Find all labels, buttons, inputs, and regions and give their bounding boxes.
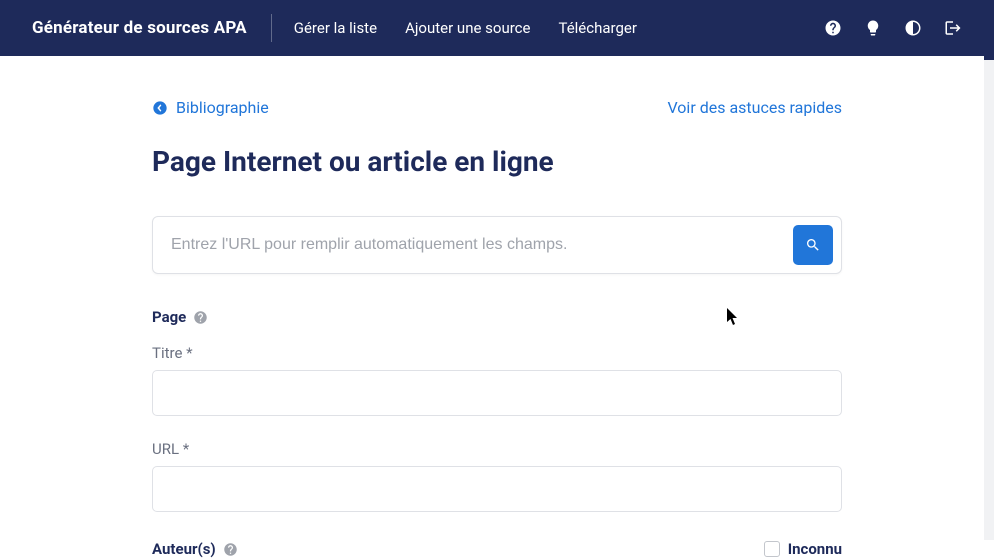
nav-download[interactable]: Télécharger bbox=[558, 19, 636, 37]
help-tooltip-icon[interactable] bbox=[193, 310, 208, 325]
page-section-header: Page bbox=[152, 308, 842, 326]
lightbulb-icon[interactable] bbox=[864, 19, 882, 37]
title-field-label: Titre * bbox=[152, 344, 842, 362]
contrast-icon[interactable] bbox=[904, 19, 922, 37]
arrow-left-circle-icon bbox=[152, 100, 168, 116]
unknown-author-checkbox[interactable] bbox=[764, 541, 780, 557]
url-autofill-input[interactable] bbox=[171, 236, 793, 254]
navbar: Générateur de sources APA Gérer la liste… bbox=[0, 0, 994, 56]
search-box bbox=[152, 216, 842, 274]
scrollbar-track[interactable] bbox=[984, 0, 994, 540]
title-input[interactable] bbox=[152, 370, 842, 416]
authors-section-header: Auteur(s) bbox=[152, 540, 238, 558]
authors-section-label: Auteur(s) bbox=[152, 540, 216, 558]
top-row: Bibliographie Voir des astuces rapides bbox=[152, 98, 842, 117]
page-section-label: Page bbox=[152, 308, 186, 326]
unknown-checkbox-label: Inconnu bbox=[788, 540, 842, 558]
nav-add-source[interactable]: Ajouter une source bbox=[405, 19, 530, 37]
navbar-divider bbox=[271, 14, 272, 42]
authors-row: Auteur(s) Inconnu bbox=[152, 540, 842, 558]
tips-link[interactable]: Voir des astuces rapides bbox=[667, 98, 842, 117]
main-content: Bibliographie Voir des astuces rapides P… bbox=[152, 56, 842, 558]
unknown-checkbox-group: Inconnu bbox=[764, 540, 842, 558]
navbar-links: Gérer la liste Ajouter une source Téléch… bbox=[294, 19, 637, 37]
url-field-label: URL * bbox=[152, 440, 842, 458]
scrollbar-thumb[interactable] bbox=[984, 0, 994, 60]
app-brand: Générateur de sources APA bbox=[32, 18, 247, 38]
navbar-icons bbox=[824, 19, 962, 37]
search-button[interactable] bbox=[793, 225, 833, 265]
back-link-label: Bibliographie bbox=[176, 98, 269, 117]
nav-manage-list[interactable]: Gérer la liste bbox=[294, 19, 377, 37]
help-icon[interactable] bbox=[824, 19, 842, 37]
page-title: Page Internet ou article en ligne bbox=[152, 145, 842, 178]
url-input[interactable] bbox=[152, 466, 842, 512]
help-tooltip-icon[interactable] bbox=[223, 542, 238, 557]
logout-icon[interactable] bbox=[944, 19, 962, 37]
search-icon bbox=[805, 237, 821, 253]
back-link[interactable]: Bibliographie bbox=[152, 98, 269, 117]
